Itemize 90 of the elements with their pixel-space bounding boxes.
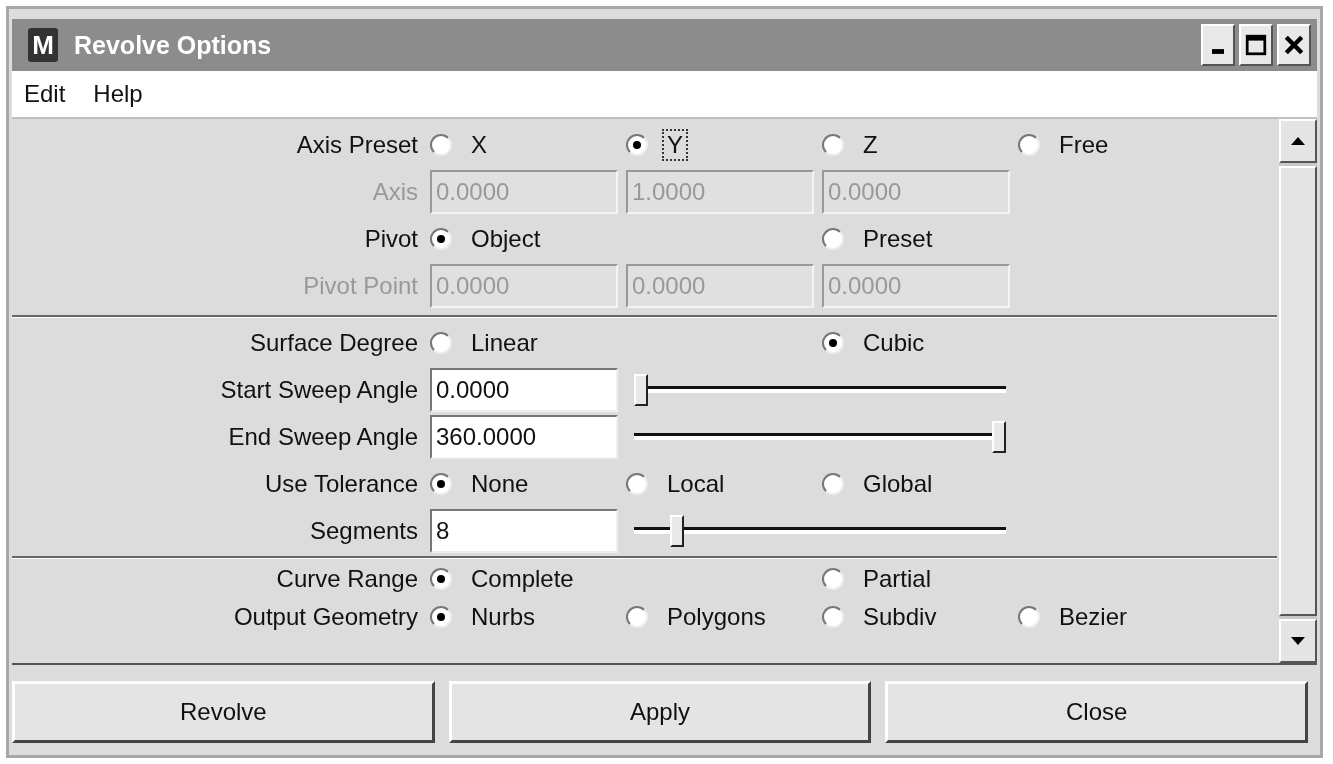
radio-circle[interactable] — [626, 606, 648, 628]
radio-circle[interactable] — [1018, 606, 1040, 628]
option-text: Subdiv — [862, 602, 938, 632]
radio-option[interactable]: Partial — [822, 563, 1018, 595]
radio-circle[interactable] — [822, 133, 844, 156]
radio-option[interactable]: Complete — [430, 563, 626, 595]
up-arrow-icon — [1291, 137, 1305, 145]
close-icon — [1283, 34, 1305, 56]
radio-circle[interactable] — [626, 472, 648, 495]
scroll-thumb[interactable] — [1279, 166, 1317, 616]
input-field[interactable]: 8 — [430, 508, 618, 553]
radio-option[interactable]: Bezier — [1018, 601, 1214, 633]
option-text: Complete — [470, 564, 575, 594]
option-text: Object — [470, 223, 542, 254]
radio-circle[interactable] — [1018, 133, 1040, 156]
radio-option[interactable]: Polygons — [626, 601, 822, 633]
dialog-button[interactable]: Apply — [448, 681, 872, 743]
field-label: Pivot — [363, 224, 419, 253]
dialog-button[interactable]: Revolve — [12, 681, 435, 743]
field-label: Curve Range — [275, 565, 419, 593]
window-title: Revolve Options — [74, 30, 273, 60]
scroll-up-button[interactable] — [1279, 119, 1317, 163]
option-text: Z — [862, 129, 879, 160]
slider-thumb[interactable] — [992, 420, 1006, 453]
radio-circle[interactable] — [430, 472, 452, 495]
slider-thumb[interactable] — [634, 373, 648, 406]
radio-option[interactable]: Z — [822, 128, 1018, 161]
radio-option[interactable]: Local — [626, 467, 822, 500]
minimize-icon — [1212, 49, 1224, 54]
radio-option[interactable]: Free — [1018, 128, 1214, 161]
maximize-icon — [1245, 34, 1267, 56]
option-text: Linear — [470, 327, 539, 358]
menu-item[interactable]: Help — [93, 80, 143, 108]
slider-track[interactable] — [634, 512, 1006, 549]
option-text: Free — [1058, 129, 1110, 160]
field-label: Start Sweep Angle — [219, 375, 419, 404]
radio-option[interactable]: Cubic — [822, 326, 1018, 359]
radio-circle[interactable] — [430, 568, 452, 590]
radio-option[interactable]: X — [430, 128, 626, 161]
radio-circle[interactable] — [430, 606, 452, 628]
field-label: Axis — [371, 177, 419, 206]
field-label: Axis Preset — [295, 130, 419, 159]
radio-circle[interactable] — [822, 606, 844, 628]
scroll-bar[interactable] — [1279, 119, 1317, 663]
field-label: Pivot Point — [302, 271, 419, 300]
maximize-button[interactable] — [1239, 24, 1273, 66]
radio-circle[interactable] — [430, 331, 452, 354]
option-text: None — [470, 468, 530, 499]
option-text: Partial — [862, 564, 933, 594]
field-label: Segments — [308, 516, 419, 545]
option-text: Preset — [862, 223, 934, 254]
slider-thumb[interactable] — [669, 514, 684, 547]
radio-circle[interactable] — [822, 331, 844, 354]
option-text: Cubic — [862, 327, 926, 358]
close-button[interactable] — [1277, 24, 1311, 66]
option-text: Polygons — [666, 602, 767, 632]
option-text: X — [470, 129, 488, 160]
field-label: Surface Degree — [248, 328, 419, 357]
input-field[interactable]: 0.0000 — [430, 367, 618, 412]
option-text: Local — [666, 468, 726, 499]
field-label: Output Geometry — [232, 603, 419, 631]
radio-option[interactable]: Object — [430, 222, 626, 255]
slider-track[interactable] — [634, 371, 1006, 408]
option-text: Global — [862, 468, 934, 499]
radio-option[interactable]: Nurbs — [430, 601, 626, 633]
radio-option[interactable]: None — [430, 467, 626, 500]
radio-circle[interactable] — [626, 133, 648, 156]
input-field[interactable]: 360.0000 — [430, 414, 618, 459]
radio-circle[interactable] — [430, 133, 452, 156]
option-text: Bezier — [1058, 602, 1129, 632]
radio-option[interactable]: Y — [626, 128, 822, 161]
radio-option[interactable]: Global — [822, 467, 1018, 500]
field-label: Use Tolerance — [264, 469, 419, 498]
radio-option[interactable]: Subdiv — [822, 601, 1018, 633]
down-arrow-icon — [1291, 637, 1305, 645]
app-logo: M — [28, 28, 58, 62]
radio-circle[interactable] — [822, 472, 844, 495]
scroll-down-button[interactable] — [1279, 619, 1317, 663]
option-text: Nurbs — [470, 602, 537, 632]
field-label: End Sweep Angle — [227, 422, 419, 451]
radio-circle[interactable] — [822, 227, 844, 250]
radio-option[interactable]: Linear — [430, 326, 626, 359]
radio-circle[interactable] — [430, 227, 452, 250]
menu-item[interactable]: Edit — [24, 80, 66, 108]
option-text: Y — [662, 128, 688, 161]
slider-track[interactable] — [634, 418, 1006, 455]
dialog-button[interactable]: Close — [885, 681, 1308, 743]
radio-circle[interactable] — [822, 568, 844, 590]
minimize-button[interactable] — [1201, 24, 1235, 66]
radio-option[interactable]: Preset — [822, 222, 1018, 255]
